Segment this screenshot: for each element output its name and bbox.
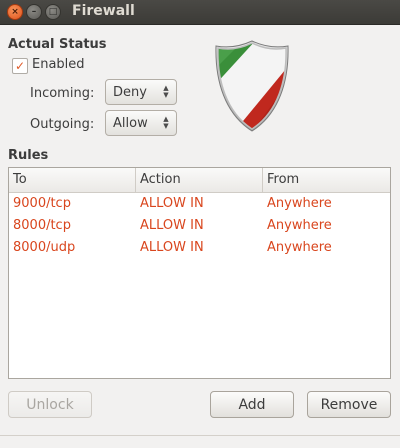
enabled-checkbox[interactable]: ✓ [12,58,28,74]
rule-from-cell: Anywhere [267,218,332,233]
actual-status-heading: Actual Status [8,37,107,52]
minimize-icon: – [31,6,37,17]
outgoing-policy-select[interactable]: Allow ▲ ▼ [105,110,177,136]
incoming-label: Incoming: [30,86,95,101]
unlock-button[interactable]: Unlock [8,391,92,418]
maximize-window-button[interactable]: □ [45,4,61,20]
rules-heading: Rules [8,148,49,163]
close-window-button[interactable]: × [7,4,23,20]
rule-to-cell: 8000/tcp [13,218,71,233]
outgoing-label: Outgoing: [30,117,95,132]
divider [0,435,400,436]
incoming-policy-value: Deny [113,84,147,100]
rules-table-header: To Action From [9,168,390,193]
maximize-icon: □ [48,6,58,17]
column-header-to[interactable]: To [9,168,136,192]
shield-icon [215,40,289,132]
title-bar: × – □ Firewall [0,0,400,25]
rule-action-cell: ALLOW IN [140,240,204,255]
rule-to-cell: 8000/udp [13,240,76,255]
rule-from-cell: Anywhere [267,240,332,255]
table-row[interactable]: 9000/tcp ALLOW IN Anywhere [9,193,390,215]
column-header-action[interactable]: Action [136,168,263,192]
table-row[interactable]: 8000/udp ALLOW IN Anywhere [9,237,390,259]
remove-rule-button[interactable]: Remove [307,391,391,418]
up-down-arrows-icon: ▲ ▼ [163,84,169,99]
close-icon: × [11,6,19,17]
table-row[interactable]: 8000/tcp ALLOW IN Anywhere [9,215,390,237]
checkmark-icon: ✓ [14,59,26,73]
minimize-window-button[interactable]: – [26,4,42,20]
rule-action-cell: ALLOW IN [140,218,204,233]
up-down-arrows-icon: ▲ ▼ [163,115,169,130]
rules-table[interactable]: To Action From 9000/tcp ALLOW IN Anywher… [8,167,391,379]
add-rule-button[interactable]: Add [210,391,294,418]
outgoing-policy-value: Allow [113,115,148,131]
window-title: Firewall [72,3,135,19]
rule-action-cell: ALLOW IN [140,196,204,211]
rule-from-cell: Anywhere [267,196,332,211]
enabled-label[interactable]: Enabled [32,57,85,72]
incoming-policy-select[interactable]: Deny ▲ ▼ [105,79,177,105]
column-header-from[interactable]: From [263,168,390,192]
rule-to-cell: 9000/tcp [13,196,71,211]
